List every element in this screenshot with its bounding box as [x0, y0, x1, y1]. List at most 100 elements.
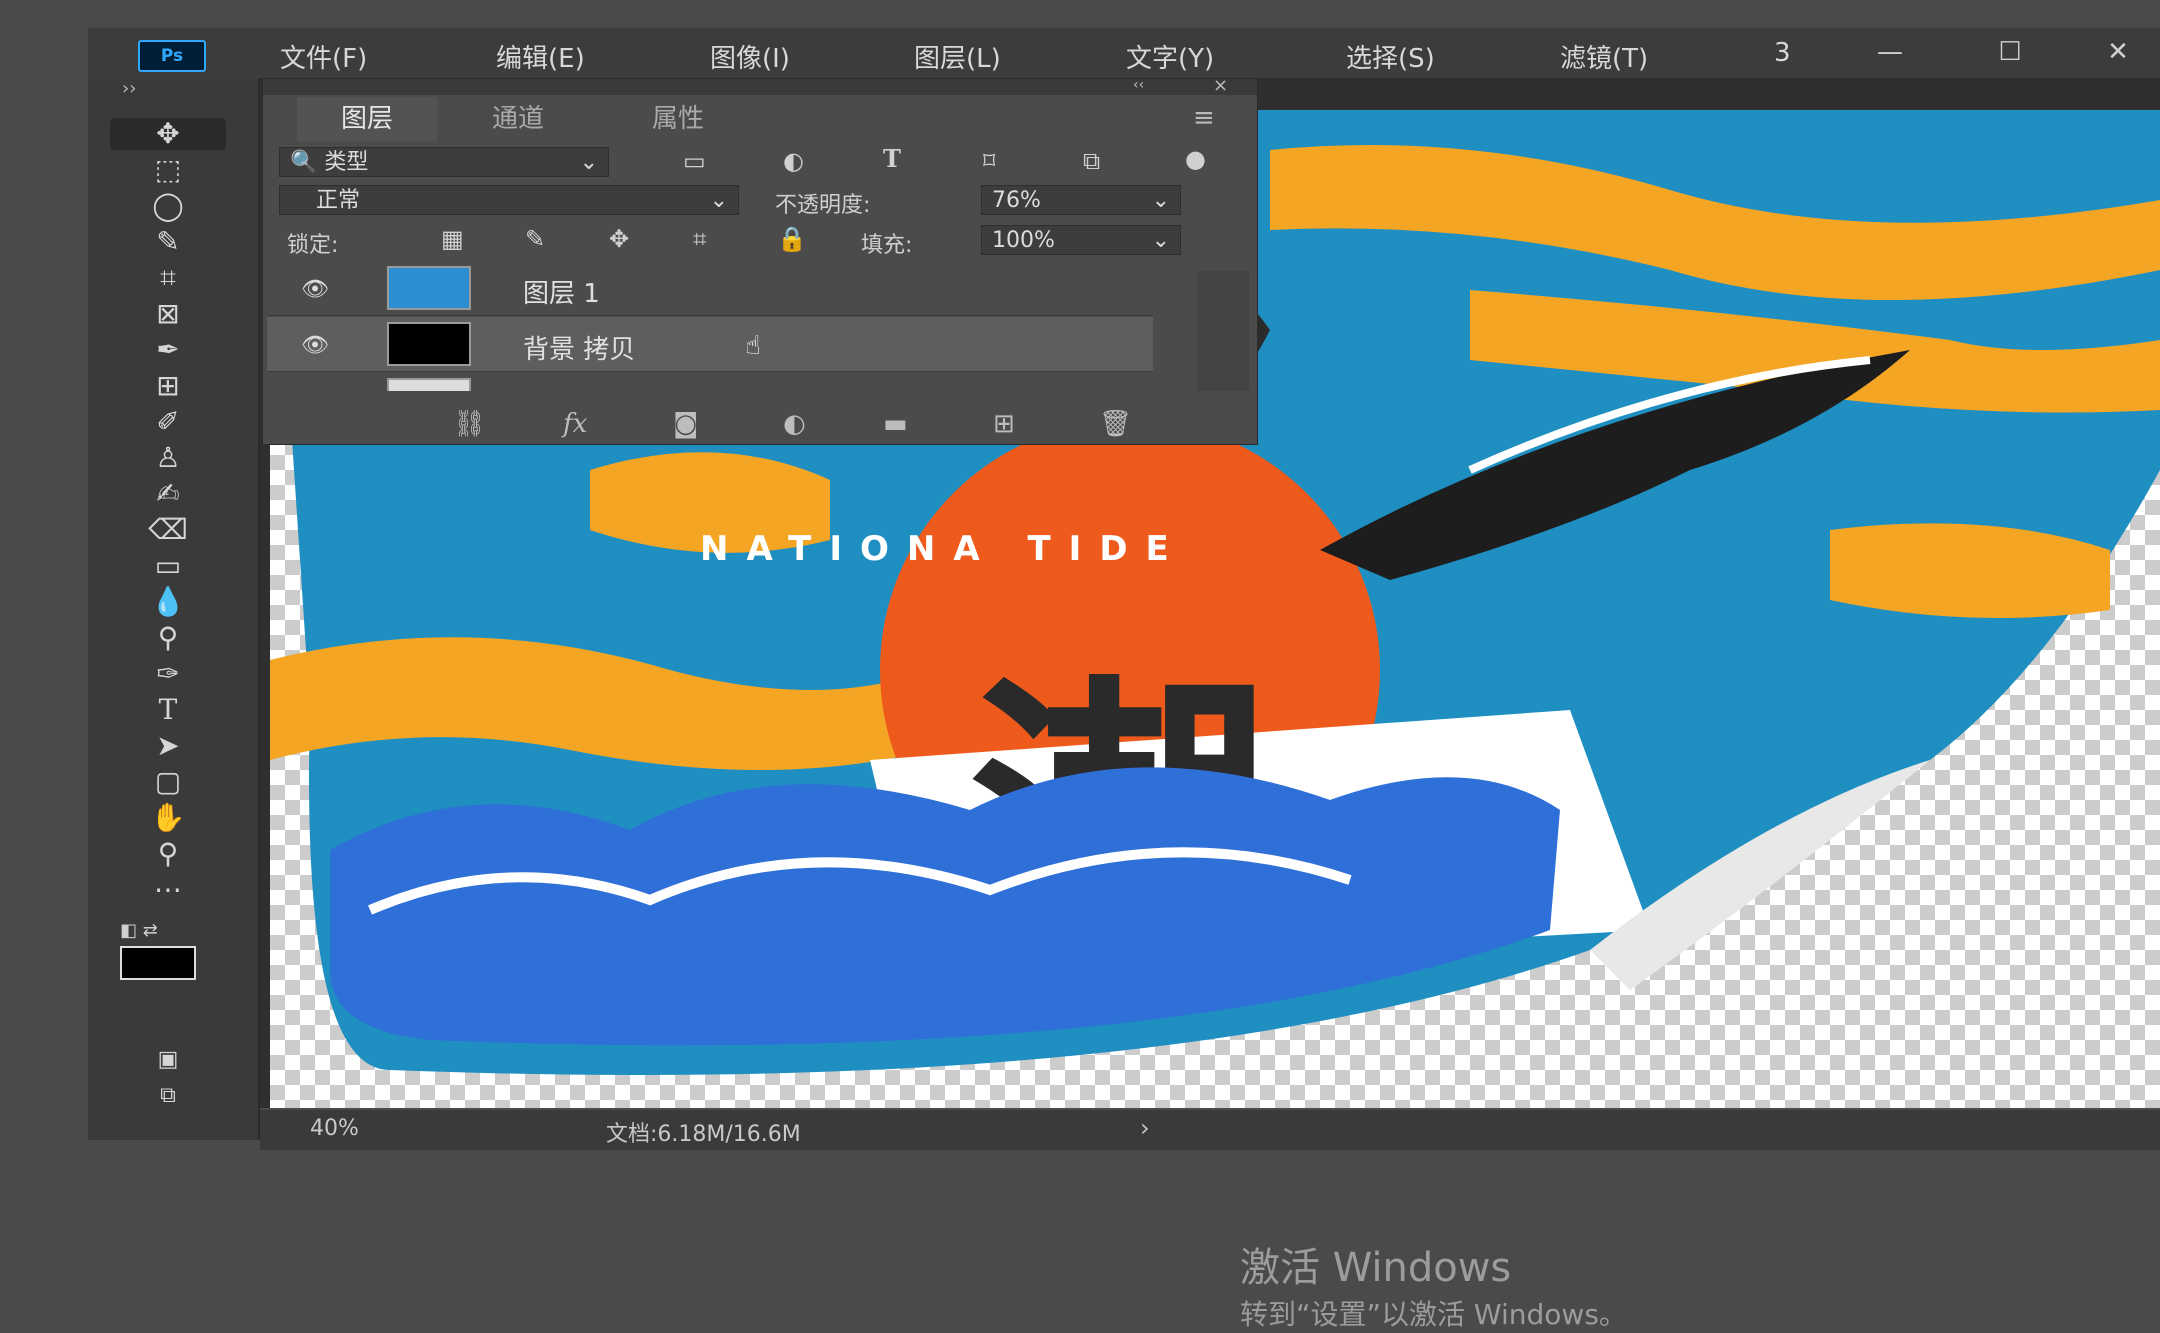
folder-icon[interactable]: ▬: [883, 409, 908, 439]
quick-mask-icon[interactable]: ▣: [110, 1044, 226, 1076]
layer-name[interactable]: 图层 1: [523, 273, 600, 310]
menu-bar: Ps 文件(F) 编辑(E) 图像(I) 图层(L) 文字(Y) 选择(S) 滤…: [88, 28, 2160, 78]
gradient-tool-icon[interactable]: ▭: [110, 550, 226, 582]
blend-mode-select[interactable]: 正常 ⌄: [279, 185, 739, 215]
menu-image[interactable]: 图像(I): [710, 38, 790, 75]
new-layer-icon[interactable]: ⊞: [993, 409, 1015, 439]
toolbar-collapse-icon[interactable]: ››: [122, 78, 136, 99]
link-icon[interactable]: ⛓: [453, 409, 486, 439]
default-colors-icon[interactable]: ◧ ⇄: [120, 920, 158, 941]
blur-tool-icon[interactable]: 💧: [110, 586, 226, 618]
chevron-down-icon: ⌄: [579, 150, 598, 175]
pixel-filter-icon[interactable]: ▭: [683, 149, 706, 173]
foreground-color-swatch[interactable]: [120, 946, 196, 980]
filter-toggle-icon[interactable]: ●: [1185, 147, 1206, 171]
panel-collapse-icon[interactable]: ‹‹: [1133, 77, 1144, 93]
healing-tool-icon[interactable]: ⊞: [110, 370, 226, 402]
quick-select-tool-icon[interactable]: ✎: [110, 226, 226, 258]
mask-icon[interactable]: ◙: [673, 409, 698, 439]
panel-header: ‹‹ ×: [263, 75, 1257, 96]
document-size: 文档:6.18M/16.6M: [606, 1122, 801, 1147]
adjustment-filter-icon[interactable]: ◐: [783, 149, 804, 173]
layer-name[interactable]: 背景: [523, 385, 575, 391]
zoom-tool-icon[interactable]: ⚲: [110, 838, 226, 870]
chevron-down-icon: ⌄: [1151, 228, 1170, 253]
layer-list: 👁 图层 1 👁 背景 拷贝 ☝ 👁 背景: [263, 261, 1183, 391]
watermark-subtitle: 转到“设置”以激活 Windows。: [1240, 1298, 1627, 1331]
menu-edit[interactable]: 编辑(E): [496, 38, 585, 75]
fill-label: 填充:: [861, 233, 913, 258]
visibility-eye-icon[interactable]: 👁: [301, 389, 329, 391]
fill-input[interactable]: 100% ⌄: [981, 225, 1181, 255]
lock-artboard-icon[interactable]: ⌗: [693, 227, 707, 251]
adjustment-icon[interactable]: ◐: [783, 409, 806, 439]
pen-tool-icon[interactable]: ✑: [110, 658, 226, 690]
close-window-button[interactable]: ✕: [2088, 32, 2148, 72]
layer-row-1[interactable]: 👁 图层 1: [267, 261, 1153, 316]
layer-row-background-copy[interactable]: 👁 背景 拷贝 ☝: [267, 317, 1153, 372]
type-tool-icon[interactable]: T: [110, 694, 226, 726]
move-tool-icon[interactable]: ✥: [110, 118, 226, 150]
lock-position-icon[interactable]: ✥: [609, 227, 629, 251]
menu-select[interactable]: 选择(S): [1346, 38, 1435, 75]
zoom-level[interactable]: 40%: [310, 1116, 359, 1141]
blend-mode-label: 正常: [316, 188, 361, 213]
shape-filter-icon[interactable]: ⌑: [983, 149, 995, 173]
panel-menu-icon[interactable]: ≡: [1193, 103, 1215, 133]
frame-tool-icon[interactable]: ⊠: [110, 298, 226, 330]
visibility-eye-icon[interactable]: 👁: [301, 277, 329, 302]
photoshop-logo: Ps: [138, 40, 206, 72]
maximize-button[interactable]: ☐: [1980, 32, 2040, 72]
menu-layer[interactable]: 图层(L): [914, 38, 1001, 75]
layers-panel: ‹‹ × 图层 通道 属性 ≡ 🔍 类型 ⌄ ▭ ◐ T ⌑ ⧉ ● 正常 ⌄ …: [262, 75, 1258, 445]
windows-activation-watermark: 激活 Windows 转到“设置”以激活 Windows。: [1240, 1235, 1627, 1333]
menu-filter[interactable]: 滤镜(T): [1560, 38, 1648, 75]
layer-filter-select[interactable]: 🔍 类型 ⌄: [279, 147, 609, 177]
artwork-text: NATIONA TIDE: [700, 529, 1187, 569]
opacity-label: 不透明度:: [775, 193, 871, 218]
layer-thumbnail: [387, 266, 471, 310]
hand-tool-icon[interactable]: ✋: [110, 802, 226, 834]
brush-tool-icon[interactable]: ✐: [110, 406, 226, 438]
menu-type[interactable]: 文字(Y): [1126, 38, 1214, 75]
status-arrow-icon[interactable]: ›: [1140, 1114, 1150, 1142]
lock-pixels-icon[interactable]: ✎: [525, 227, 545, 251]
status-bar: 40% 文档:6.18M/16.6M ›: [260, 1110, 2160, 1150]
tab-layers[interactable]: 图层: [297, 97, 437, 141]
type-filter-icon[interactable]: T: [883, 147, 901, 171]
dodge-tool-icon[interactable]: ⚲: [110, 622, 226, 654]
screen-mode-icon[interactable]: ⧉: [110, 1080, 226, 1112]
shape-tool-icon[interactable]: ▢: [110, 766, 226, 798]
layer-row-background[interactable]: 👁 背景: [267, 373, 1153, 391]
crop-tool-icon[interactable]: ⌗: [110, 262, 226, 294]
delete-icon[interactable]: 🗑: [1099, 409, 1132, 439]
eraser-tool-icon[interactable]: ⌫: [110, 514, 226, 546]
layer-list-scrollbar[interactable]: [1197, 271, 1249, 391]
lock-transparent-icon[interactable]: ▦: [441, 227, 464, 251]
tab-properties[interactable]: 属性: [603, 97, 753, 141]
search-icon: 🔍: [290, 150, 325, 175]
chevron-down-icon: ⌄: [1151, 188, 1170, 213]
lock-all-icon[interactable]: 🔒: [777, 227, 807, 251]
marquee-tool-icon[interactable]: ⬚: [110, 154, 226, 186]
eyedropper-tool-icon[interactable]: ✒: [110, 334, 226, 366]
chevron-down-icon: ⌄: [709, 188, 728, 213]
menu-file[interactable]: 文件(F): [280, 38, 367, 75]
panel-close-icon[interactable]: ×: [1213, 75, 1228, 96]
tools-panel: ›› ✥ ⬚ ◯ ✎ ⌗ ⊠ ✒ ⊞ ✐ ♙ ✍ ⌫ ▭ 💧 ⚲ ✑ T ➤ ▢…: [88, 78, 260, 1140]
watermark-title: 激活 Windows: [1240, 1245, 1512, 1291]
layer-thumbnail: [387, 378, 471, 391]
minimize-button[interactable]: —: [1860, 32, 1920, 72]
menu-3d[interactable]: 3: [1774, 38, 1791, 68]
more-tools-icon[interactable]: ⋯: [110, 874, 226, 906]
opacity-input[interactable]: 76% ⌄: [981, 185, 1181, 215]
tab-channels[interactable]: 通道: [443, 97, 593, 141]
smart-object-filter-icon[interactable]: ⧉: [1083, 149, 1100, 173]
stamp-tool-icon[interactable]: ♙: [110, 442, 226, 474]
layer-name[interactable]: 背景 拷贝: [523, 329, 635, 366]
visibility-eye-icon[interactable]: 👁: [301, 333, 329, 358]
history-brush-tool-icon[interactable]: ✍: [110, 478, 226, 510]
lasso-tool-icon[interactable]: ◯: [110, 190, 226, 222]
fx-icon[interactable]: fx: [563, 409, 587, 439]
path-select-tool-icon[interactable]: ➤: [110, 730, 226, 762]
